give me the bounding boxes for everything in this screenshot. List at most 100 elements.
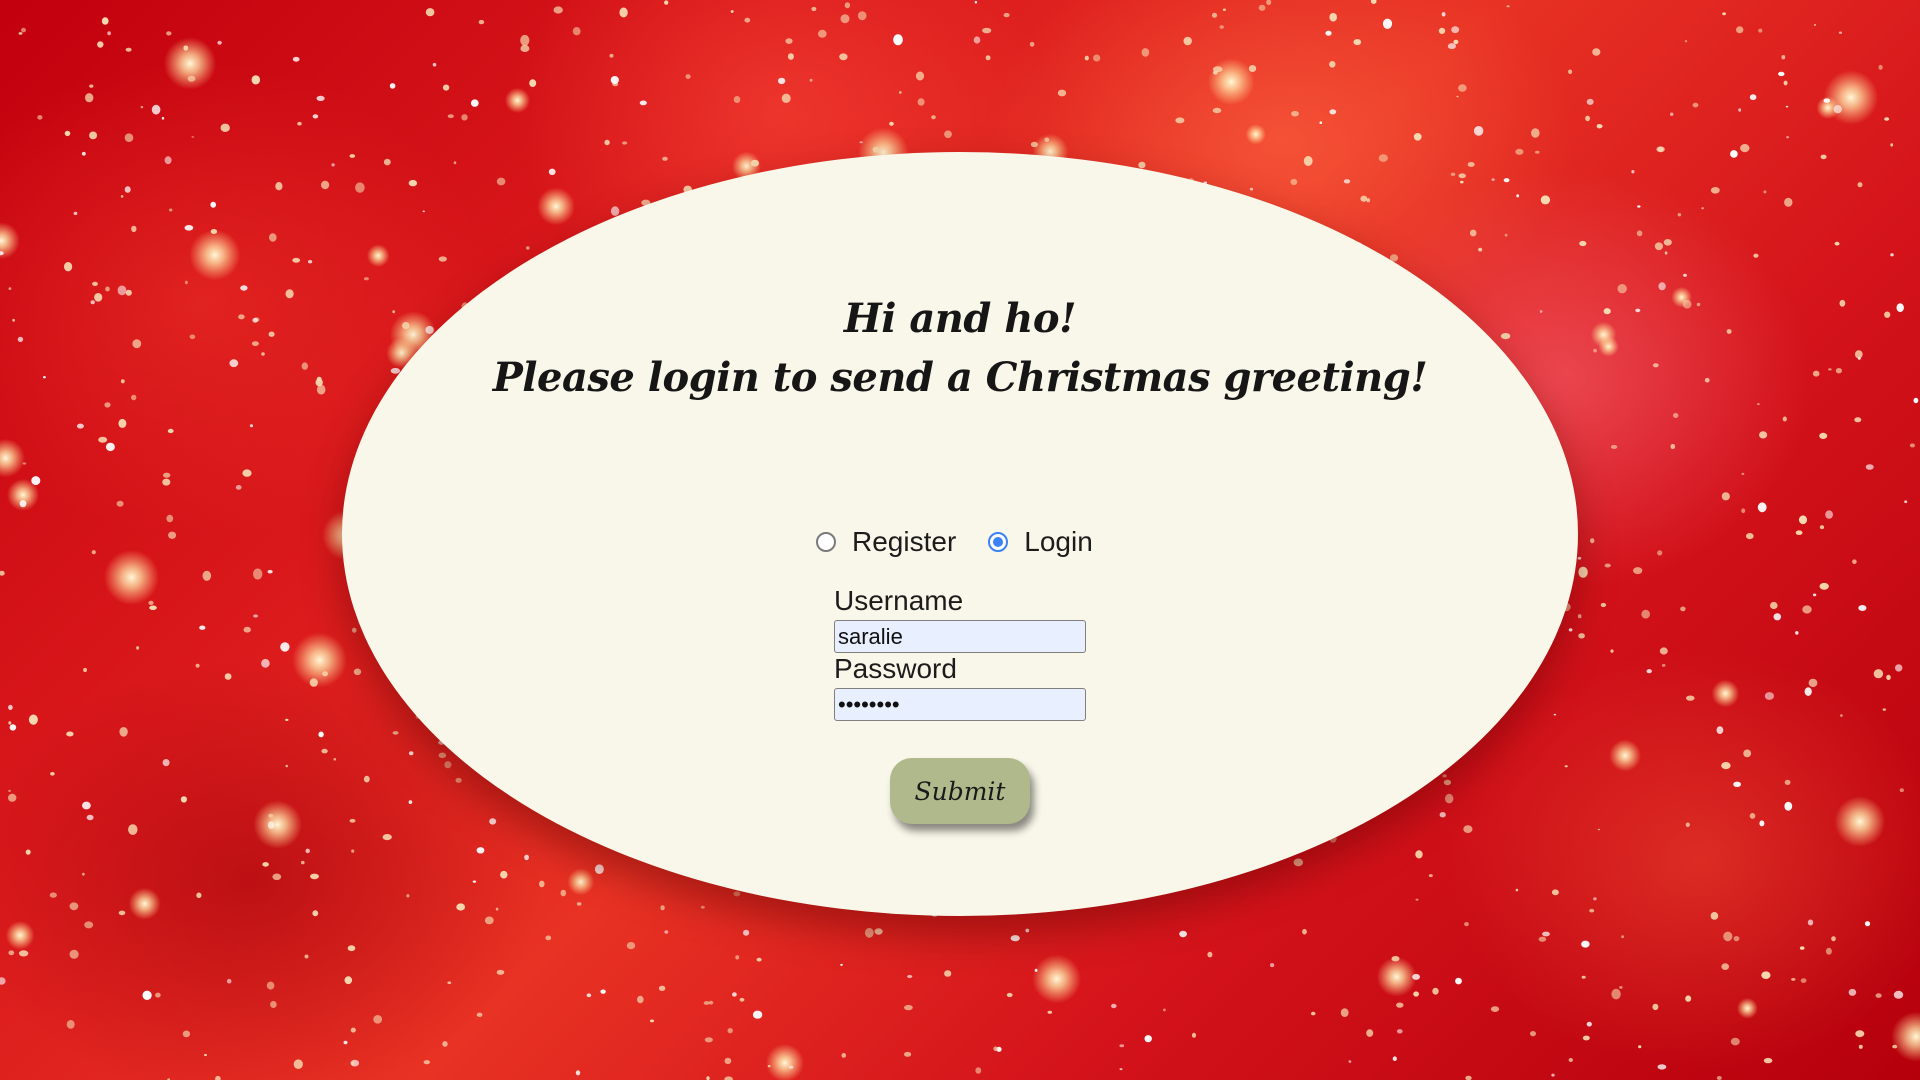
snow-dot (1438, 27, 1446, 34)
snow-dot (1415, 898, 1419, 901)
snow-dot (818, 29, 827, 38)
snow-dot (0, 977, 6, 985)
bokeh-light (1207, 58, 1255, 106)
snow-dot (1764, 692, 1774, 700)
snow-dot (1854, 350, 1863, 359)
snow-dot (1820, 154, 1827, 160)
snow-dot (1716, 1076, 1722, 1080)
snow-dot (18, 950, 29, 957)
snow-dot (1329, 12, 1337, 22)
snow-dot (408, 751, 414, 756)
bokeh-light (504, 87, 531, 113)
snow-dot (266, 981, 275, 990)
snow-dot (600, 989, 606, 994)
snow-dot (1654, 242, 1663, 251)
login-option[interactable]: Login (988, 526, 1093, 558)
snow-dot (1343, 179, 1351, 184)
snow-dot (993, 1046, 999, 1052)
snow-dot (1568, 628, 1573, 632)
snow-dot (944, 130, 952, 139)
snow-dot (907, 974, 913, 979)
snow-dot (1683, 273, 1687, 277)
snow-dot (82, 872, 85, 876)
snow-dot (215, 1075, 221, 1080)
snow-dot (1319, 121, 1323, 124)
snow-dot (1726, 329, 1732, 334)
snow-dot (1396, 1002, 1404, 1008)
snow-dot (270, 1001, 277, 1008)
snow-dot (739, 997, 745, 1002)
submit-button[interactable]: Submit (890, 758, 1030, 824)
snow-dot (1293, 858, 1304, 867)
snow-dot (1491, 178, 1495, 181)
snow-dot (195, 663, 200, 668)
snow-dot (66, 1020, 75, 1029)
snow-dot (105, 286, 110, 292)
snow-dot (269, 233, 277, 242)
snow-dot (1738, 108, 1742, 112)
snow-dot (1445, 793, 1454, 804)
snow-dot (1590, 538, 1595, 544)
snow-dot (1370, 0, 1377, 4)
snow-dot (1163, 1008, 1166, 1012)
snow-dot (1604, 563, 1611, 568)
snow-dot (1353, 39, 1362, 46)
snow-dot (1839, 299, 1846, 307)
snow-dot (496, 177, 506, 186)
snow-dot (408, 800, 413, 804)
snow-dot (240, 285, 248, 291)
bokeh-light (1590, 321, 1617, 348)
snow-dot (1878, 64, 1883, 70)
login-label[interactable]: Login (1024, 526, 1093, 558)
snow-dot (1348, 1060, 1352, 1063)
snow-dot (495, 907, 499, 911)
snow-dot (662, 156, 668, 161)
snow-dot (1785, 105, 1789, 108)
snow-dot (1865, 464, 1874, 470)
snow-dot (187, 75, 196, 82)
snow-dot (1378, 154, 1388, 162)
snow-dot (1439, 812, 1446, 818)
login-radio[interactable] (988, 532, 1009, 552)
snow-dot (363, 277, 369, 281)
register-option[interactable]: Register (816, 526, 956, 558)
snow-dot (685, 74, 691, 79)
snow-dot (1610, 649, 1614, 653)
snow-dot (432, 62, 437, 67)
snow-dot (1657, 1064, 1667, 1070)
snow-dot (83, 667, 87, 673)
snow-dot (733, 96, 741, 103)
snow-dot (1733, 781, 1741, 787)
snow-dot (904, 1051, 912, 1057)
snow-dot (529, 79, 537, 87)
snow-dot (107, 31, 111, 36)
snow-dot (1415, 850, 1423, 859)
snow-dot (1366, 1029, 1374, 1037)
username-input[interactable] (834, 620, 1086, 653)
snow-dot (151, 104, 161, 115)
snow-dot (548, 168, 556, 175)
bokeh-light (537, 187, 575, 226)
snow-dot (117, 285, 127, 296)
snow-dot (1029, 41, 1035, 47)
bokeh-light (253, 800, 302, 849)
snow-dot (210, 229, 218, 234)
register-radio[interactable] (816, 532, 836, 552)
snow-dot (1893, 990, 1904, 999)
snow-dot (484, 916, 494, 925)
snow-dot (19, 500, 27, 508)
username-label: Username (834, 585, 964, 616)
snow-dot (982, 27, 992, 34)
bokeh-light (1711, 679, 1740, 708)
snow-dot (1704, 377, 1710, 383)
snow-dot (425, 8, 435, 17)
password-input[interactable] (834, 688, 1086, 721)
snow-dot (1503, 178, 1510, 183)
snow-dot (839, 53, 848, 61)
register-label[interactable]: Register (852, 526, 956, 558)
snow-dot (253, 614, 259, 618)
snow-dot (1852, 559, 1857, 564)
snow-dot (191, 136, 195, 138)
snow-dot (344, 976, 353, 985)
greeting-title: Hi and ho! (843, 295, 1077, 342)
